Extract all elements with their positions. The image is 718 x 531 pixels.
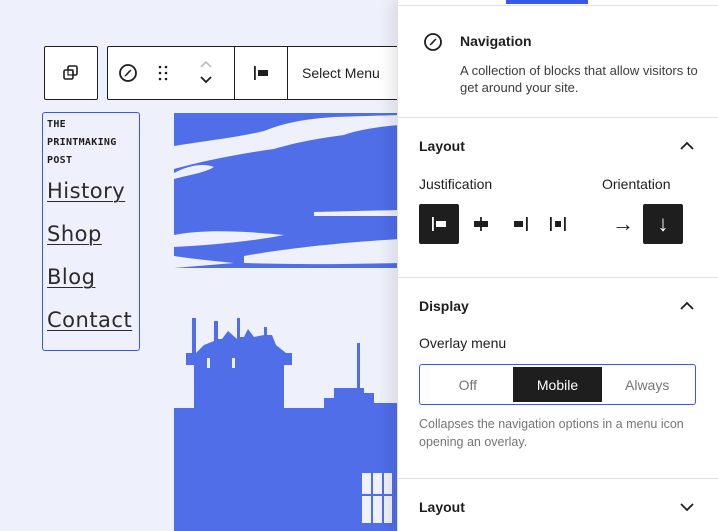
overlay-menu-toggle-group: Off Mobile Always (419, 364, 696, 405)
justification-label: Justification (419, 176, 493, 192)
chevron-down-icon (680, 503, 694, 512)
mover-controls (178, 47, 234, 99)
overlay-help-text: Collapses the navigation options in a me… (419, 417, 684, 449)
chevron-up-icon (680, 141, 694, 150)
block-settings-sidebar: Navigation A collection of blocks that a… (397, 0, 718, 531)
layout-panel-title[interactable]: Layout (419, 138, 465, 154)
justify-right-button[interactable] (501, 204, 541, 244)
arrow-right-icon: → (612, 211, 634, 236)
orientation-vertical-button[interactable]: ↓ (643, 204, 683, 244)
nav-link-history[interactable]: History (47, 170, 139, 213)
nav-link-shop[interactable]: Shop (47, 213, 139, 256)
block-type-button[interactable] (108, 47, 148, 99)
display-panel-toggle[interactable] (677, 296, 697, 316)
select-parent-icon (63, 65, 78, 80)
navigation-block[interactable]: THE PRINTMAKING POST History Shop Blog C… (42, 112, 140, 351)
nav-link-blog[interactable]: Blog (47, 256, 139, 299)
block-title: Navigation (460, 33, 532, 49)
justify-space-between-button[interactable] (538, 204, 578, 244)
active-tab-indicator[interactable] (506, 0, 588, 4)
move-up-button[interactable] (198, 57, 214, 73)
overlay-option-always[interactable]: Always (602, 367, 692, 402)
drag-handle[interactable] (148, 47, 178, 99)
select-parent-button[interactable] (44, 46, 98, 100)
artwork-image (174, 113, 400, 531)
site-title-line: PRINTMAKING (47, 137, 117, 148)
chevron-up-icon (680, 301, 694, 310)
site-title[interactable]: THE PRINTMAKING POST (47, 116, 139, 170)
select-menu-button[interactable]: Select Menu (288, 47, 380, 99)
select-menu-label: Select Menu (302, 65, 380, 81)
layout-panel-collapsed: Layout (398, 479, 718, 531)
block-description: A collection of blocks that allow visito… (460, 63, 698, 95)
chevron-up-icon (200, 60, 212, 68)
justify-center-button[interactable] (461, 204, 501, 244)
navigation-compass-icon (424, 33, 442, 51)
overlay-menu-label: Overlay menu (419, 335, 507, 351)
overlay-option-off[interactable]: Off (423, 367, 513, 402)
justify-left-icon (254, 66, 268, 80)
justify-right-icon (514, 217, 528, 231)
justify-space-between-icon (550, 217, 566, 231)
block-card: Navigation A collection of blocks that a… (398, 6, 718, 118)
navigation-compass-icon (119, 64, 137, 82)
display-panel-title[interactable]: Display (419, 298, 469, 314)
chevron-down-icon (200, 76, 212, 84)
justify-left-button[interactable] (419, 204, 459, 244)
editor-canvas: Select Menu THE PRINTMAKING POST History… (0, 0, 407, 531)
justification-button[interactable] (235, 47, 287, 99)
drag-handle-icon (158, 65, 168, 81)
orientation-horizontal-button[interactable]: → (603, 204, 643, 244)
layout-panel-toggle[interactable] (677, 136, 697, 156)
display-panel: Display Overlay menu Off Mobile Always C… (398, 278, 718, 479)
site-title-line: POST (47, 155, 73, 166)
justify-center-icon (474, 217, 488, 231)
move-down-button[interactable] (198, 73, 214, 89)
layout-panel-2-title[interactable]: Layout (419, 499, 465, 515)
layout-panel-2-toggle[interactable] (677, 497, 697, 517)
justify-left-icon (432, 217, 446, 231)
block-toolbar: Select Menu (107, 46, 407, 100)
nav-link-contact[interactable]: Contact (47, 299, 139, 342)
layout-panel: Layout Justification Orientation → ↓ (398, 118, 718, 278)
arrow-down-icon: ↓ (657, 211, 669, 236)
orientation-label: Orientation (602, 176, 671, 192)
overlay-option-mobile[interactable]: Mobile (512, 367, 603, 402)
site-title-line: THE (47, 119, 66, 130)
